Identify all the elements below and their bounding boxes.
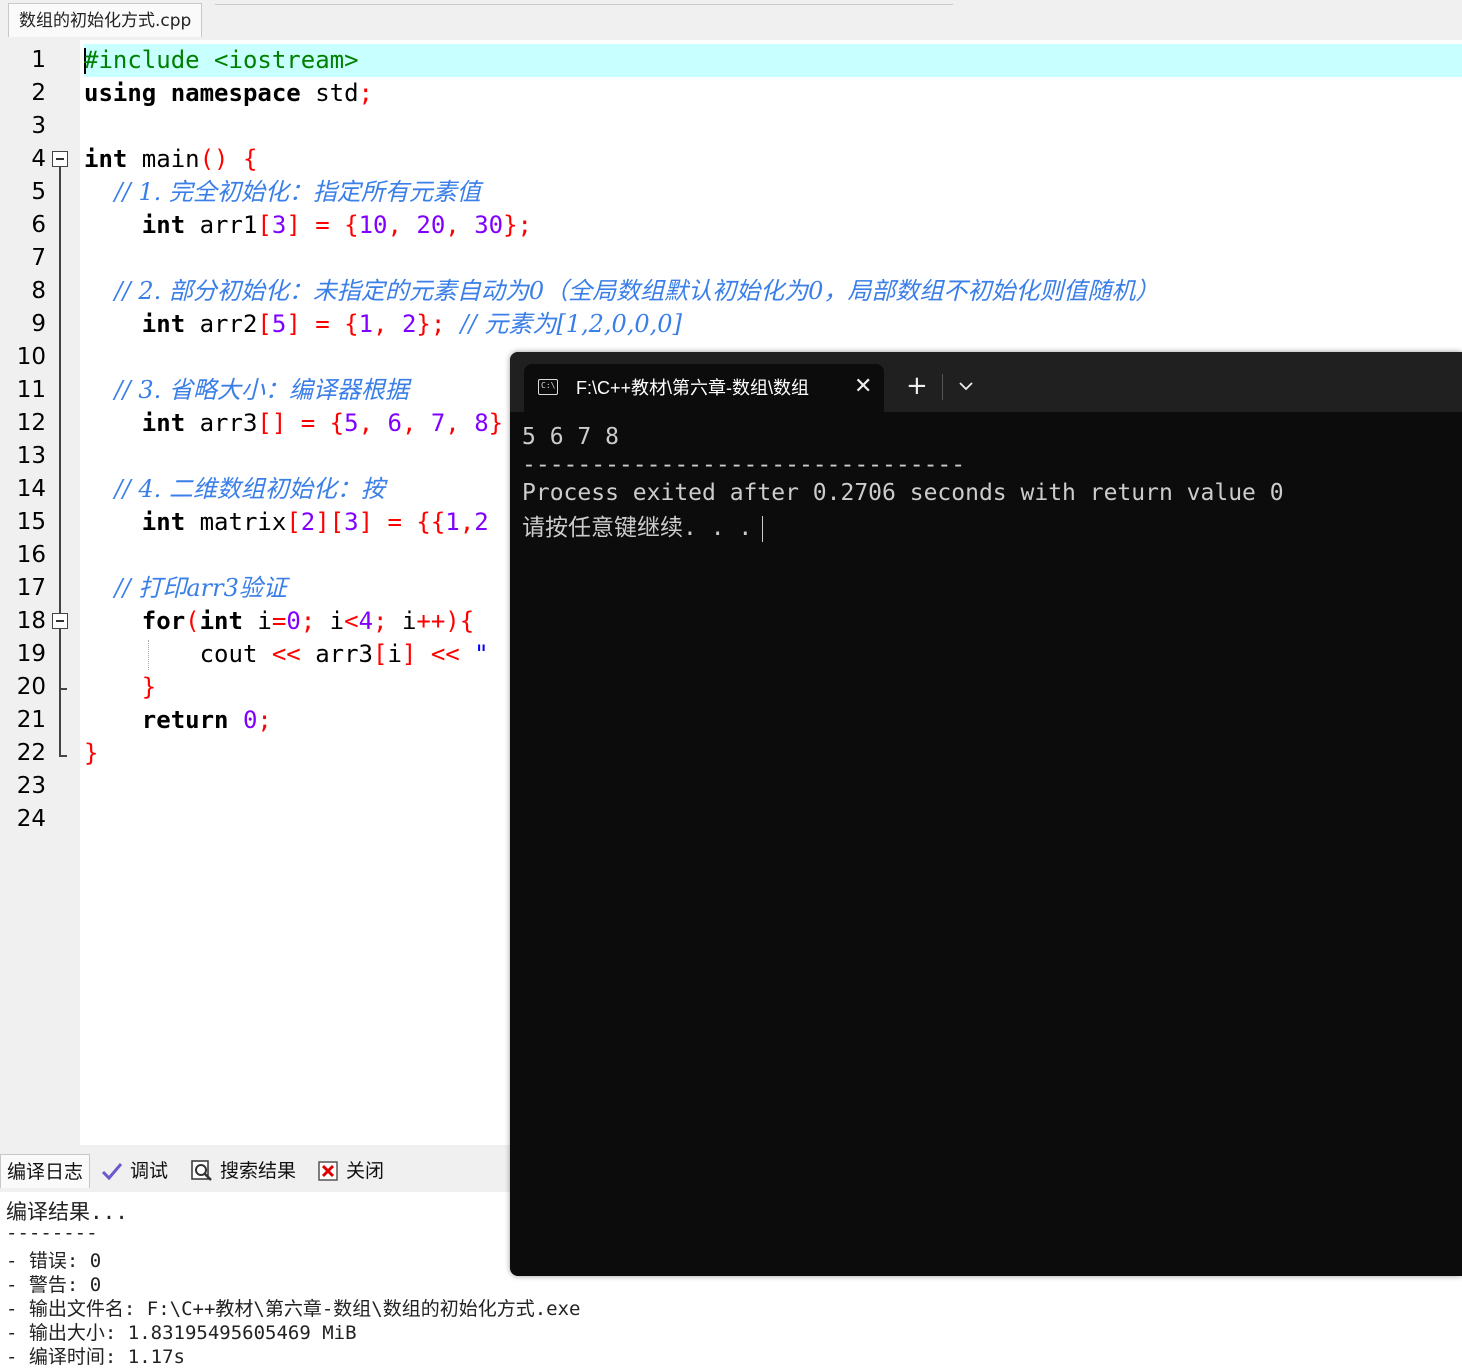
search-results-icon bbox=[190, 1159, 214, 1183]
terminal-line: Process exited after 0.2706 seconds with… bbox=[522, 480, 1284, 506]
line-number: 24 bbox=[16, 806, 46, 832]
log-line: - 编译时间: 1.17s bbox=[6, 1346, 185, 1368]
line-number: 10 bbox=[16, 344, 46, 370]
log-line: - 错误: 0 bbox=[6, 1250, 102, 1272]
new-tab-button[interactable]: + bbox=[906, 366, 928, 406]
line-number: 14 bbox=[16, 476, 46, 502]
code-line-20: } bbox=[141, 673, 157, 701]
terminal-line: 5 6 7 8 bbox=[522, 424, 619, 450]
editor-tab-bar: 数组的初始化方式.cpp bbox=[0, 0, 1462, 40]
code-line-6: int arr1[3] = {10, 20, 30}; bbox=[141, 211, 533, 239]
fold-end-main bbox=[59, 755, 67, 757]
line-number: 4 bbox=[31, 146, 46, 172]
close-panel-icon bbox=[316, 1159, 340, 1183]
code-line-4: int main() { bbox=[84, 145, 258, 173]
terminal-line: -------------------------------- bbox=[522, 452, 966, 478]
line-number: 2 bbox=[31, 80, 46, 106]
line-number: 23 bbox=[16, 773, 46, 799]
terminal-tab[interactable]: C:\ F:\C++教材\第六章-数组\数组 ✕ bbox=[524, 364, 884, 412]
line-number: 20 bbox=[16, 674, 46, 700]
fold-toggle-for[interactable] bbox=[52, 613, 68, 629]
line-number: 15 bbox=[16, 509, 46, 535]
terminal-titlebar: C:\ F:\C++教材\第六章-数组\数组 ✕ + bbox=[510, 352, 1462, 412]
code-line-19: cout << arr3[i] << " bbox=[84, 640, 489, 668]
titlebar-divider bbox=[942, 374, 943, 400]
line-number: 6 bbox=[31, 212, 46, 238]
line-number: 12 bbox=[16, 410, 46, 436]
tab-close-panel-label: 关闭 bbox=[346, 1160, 385, 1182]
chevron-down-icon[interactable] bbox=[954, 366, 978, 406]
log-line: - 输出大小: 1.83195495605469 MiB bbox=[6, 1322, 357, 1344]
tab-compile-log[interactable]: 编译日志 bbox=[0, 1154, 91, 1188]
terminal-window[interactable]: C:\ F:\C++教材\第六章-数组\数组 ✕ + 5 6 7 8 -----… bbox=[510, 352, 1462, 1276]
tab-search-results[interactable]: 搜索结果 bbox=[184, 1154, 302, 1188]
code-line-15: int matrix[2][3] = {{1,2 bbox=[141, 508, 489, 536]
tab-bar-border bbox=[215, 4, 953, 5]
tab-debug-label: 调试 bbox=[130, 1160, 169, 1182]
code-line-18: for(int i=0; i<4; i++){ bbox=[141, 607, 475, 635]
line-number: 22 bbox=[16, 740, 46, 766]
line-number: 5 bbox=[31, 179, 46, 205]
line-number: 21 bbox=[16, 707, 46, 733]
line-number-gutter: 1 2 3 4 5 6 7 8 9 10 11 12 13 14 15 16 1… bbox=[8, 40, 80, 1145]
line-number: 17 bbox=[16, 575, 46, 601]
code-line-8: // 2. 部分初始化：未指定的元素自动为0（全局数组默认初始化为0，局部数组不… bbox=[84, 277, 1160, 305]
line-number: 7 bbox=[31, 245, 46, 271]
terminal-prompt-line: 请按任意键继续. . . bbox=[522, 508, 764, 542]
code-line-9: int arr2[5] = {1, 2}; // 元素为[1,2,0,0,0] bbox=[141, 310, 682, 338]
debug-check-icon bbox=[100, 1159, 124, 1183]
code-line-2: using namespace std; bbox=[84, 79, 373, 107]
line-number: 16 bbox=[16, 542, 46, 568]
line-number: 9 bbox=[31, 311, 46, 337]
line-number: 18 bbox=[16, 608, 46, 634]
fold-end-for bbox=[59, 688, 67, 690]
log-line: -------- bbox=[6, 1222, 98, 1244]
bottom-panel-tabs: 编译日志 调试 搜索结果 关闭 bbox=[0, 1150, 510, 1190]
terminal-tab-title: F:\C++教材\第六章-数组\数组 bbox=[576, 378, 810, 398]
code-line-11: // 3. 省略大小：编译器根据 bbox=[84, 376, 409, 404]
line-number: 1 bbox=[31, 47, 46, 73]
close-icon[interactable]: ✕ bbox=[854, 364, 872, 410]
tab-debug[interactable]: 调试 bbox=[94, 1154, 174, 1188]
line-number: 3 bbox=[31, 113, 46, 139]
code-line-21: return 0; bbox=[141, 706, 272, 734]
code-line-14: // 4. 二维数组初始化：按 bbox=[84, 475, 385, 503]
line-number: 19 bbox=[16, 641, 46, 667]
file-tab[interactable]: 数组的初始化方式.cpp bbox=[8, 3, 203, 37]
code-line-22: } bbox=[84, 739, 99, 767]
terminal-cursor bbox=[762, 515, 764, 542]
log-line: - 输出文件名: F:\C++教材\第六章-数组\数组的初始化方式.exe bbox=[6, 1298, 581, 1320]
terminal-prompt-text: 请按任意键继续. . . bbox=[522, 515, 753, 541]
line-number: 8 bbox=[31, 278, 46, 304]
code-line-17: // 打印arr3验证 bbox=[84, 574, 287, 602]
log-line: - 警告: 0 bbox=[6, 1274, 102, 1296]
tab-compile-log-label: 编译日志 bbox=[7, 1160, 84, 1183]
line-number: 11 bbox=[16, 377, 46, 403]
line-number: 13 bbox=[16, 443, 46, 469]
cmd-icon: C:\ bbox=[538, 379, 558, 395]
code-line-12: int arr3[] = {5, 6, 7, 8} bbox=[141, 409, 504, 437]
fold-toggle-main[interactable] bbox=[52, 151, 68, 167]
fold-guide-main bbox=[59, 167, 61, 755]
tab-search-results-label: 搜索结果 bbox=[220, 1160, 297, 1182]
code-line-5: // 1. 完全初始化：指定所有元素值 bbox=[84, 178, 481, 206]
code-line-1: #include <iostream> bbox=[84, 46, 359, 74]
tab-close-panel[interactable]: 关闭 bbox=[310, 1154, 390, 1188]
